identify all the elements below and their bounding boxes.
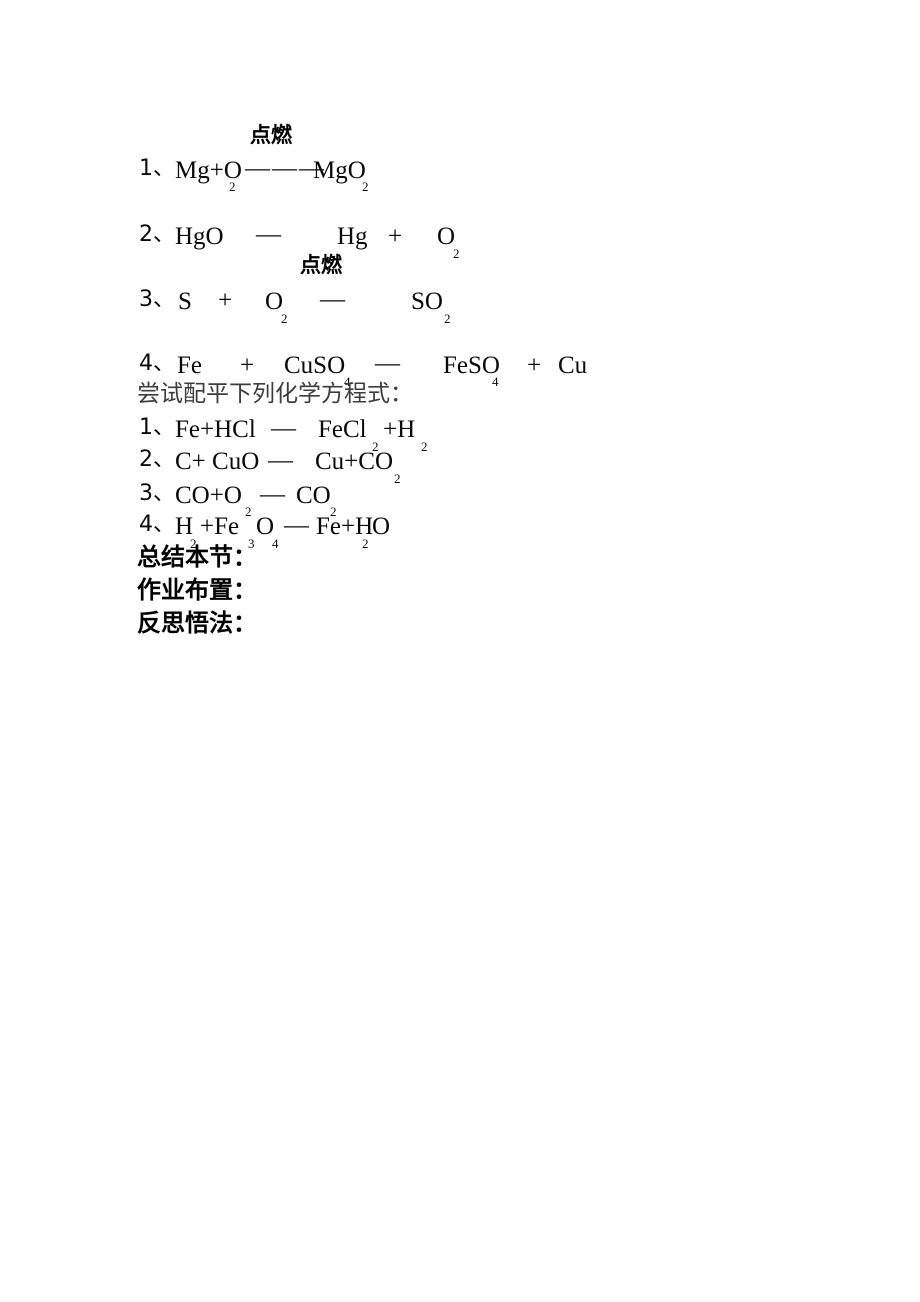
practice-3-reactants: CO+O [175, 482, 242, 509]
equation-3-plus: + [218, 287, 233, 314]
condition-label-ignite-1: 点燃 [250, 123, 292, 147]
equation-3-reactant-a: S [178, 288, 192, 315]
equation-1-index: 1、 [139, 156, 175, 181]
equation-3-arrow: — [320, 286, 345, 313]
closing-heading-homework: 作业布置： [137, 576, 257, 604]
practice-4-reactant-b-subscript-4: 4 [272, 536, 279, 551]
document-page: 点燃 1、 Mg+O 2 ——— MgO 2 2、 HgO — Hg + O 2… [0, 0, 920, 1302]
equation-4-reactant-a: Fe [177, 352, 202, 379]
equation-4-product-a-subscript: 4 [492, 374, 499, 389]
practice-4-product-a-subscript: 2 [362, 536, 369, 551]
condition-label-ignite-2: 点燃 [300, 253, 342, 277]
practice-3-arrow: — [260, 481, 285, 508]
equation-3-product-subscript: 2 [444, 311, 451, 326]
equation-1-product-subscript: 2 [362, 179, 369, 194]
equation-3-index: 3、 [139, 287, 175, 312]
equation-2-arrow: — [256, 221, 281, 248]
practice-4-arrow: — [284, 512, 309, 539]
practice-1-index: 1、 [139, 415, 175, 440]
practice-3-reactant-subscript: 2 [245, 504, 252, 519]
practice-2-arrow: — [268, 447, 293, 474]
practice-2-reactants: C+ CuO [175, 448, 260, 475]
practice-4-product-b: O [372, 513, 391, 540]
equation-2-product-b-subscript: 2 [453, 246, 460, 261]
equation-3-products: SO [411, 288, 443, 315]
practice-1-products-tail: +H [383, 416, 416, 443]
closing-heading-reflection: 反思悟法： [137, 609, 257, 637]
practice-3-products: CO [296, 482, 331, 509]
equation-4-reactant-b: CuSO [284, 352, 346, 379]
practice-4-plus-reactant-b: +Fe [200, 513, 240, 540]
equation-3-reactant-b-subscript: 2 [281, 311, 288, 326]
equation-1-products: MgO [313, 157, 366, 184]
equation-4-product-b: Cu [558, 352, 588, 379]
equation-4-plus-1: + [240, 352, 255, 379]
practice-1-reactants: Fe+HCl [175, 416, 256, 443]
equation-4-arrow: — [375, 350, 400, 377]
equation-4-index: 4、 [139, 351, 175, 376]
equation-2-reactants: HgO [175, 223, 224, 250]
practice-2-product-subscript: 2 [394, 471, 401, 486]
practice-1-product-subscript-2: 2 [421, 439, 428, 454]
practice-4-index: 4、 [139, 512, 175, 537]
closing-heading-summary: 总结本节： [137, 543, 257, 571]
instruction-line: 尝试配平下列化学方程式： [137, 381, 413, 407]
practice-2-products: Cu+CO [315, 448, 394, 475]
practice-2-index: 2、 [139, 447, 175, 472]
practice-1-products: FeCl [318, 416, 367, 443]
equation-4-plus-2: + [527, 352, 542, 379]
equation-2-index: 2、 [139, 222, 175, 247]
equation-2-product-a: Hg [337, 223, 368, 250]
practice-1-arrow: — [271, 415, 296, 442]
practice-3-index: 3、 [139, 481, 175, 506]
equation-1-reactant-subscript: 2 [229, 179, 236, 194]
equation-2-plus: + [388, 223, 403, 250]
